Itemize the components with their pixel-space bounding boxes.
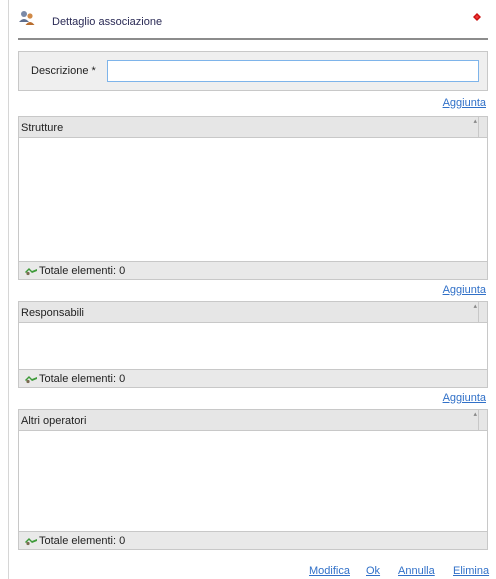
strutture-grid-body — [19, 138, 487, 261]
modifica-link[interactable]: Modifica — [309, 565, 350, 577]
altri-operatori-grid-header: Altri operatori ▴ — [19, 410, 487, 431]
records-icon — [25, 376, 37, 384]
responsabili-grid-footer: Totale elementi: 0 — [19, 369, 487, 387]
description-label: Descrizione * — [31, 65, 96, 77]
altri-operatori-grid-footer: Totale elementi: 0 — [19, 531, 487, 549]
users-icon — [19, 11, 35, 25]
close-icon[interactable] — [472, 12, 482, 22]
page-title: Dettaglio associazione — [52, 16, 163, 28]
strutture-grid-header: Strutture ▴ — [19, 117, 487, 138]
altri-operatori-grid: Altri operatori ▴ Totale elementi: 0 — [18, 409, 488, 550]
title-bar: Dettaglio associazione — [18, 10, 486, 36]
column-header-altri-operatori[interactable]: Altri operatori — [21, 415, 86, 427]
title-divider — [18, 38, 488, 40]
elimina-link[interactable]: Elimina — [453, 565, 489, 577]
responsabili-add-link[interactable]: Aggiunta — [443, 284, 486, 296]
sort-arrow-icon: ▴ — [473, 303, 477, 310]
altri-operatori-grid-body — [19, 431, 487, 531]
responsabili-grid-header: Responsabili ▴ — [19, 302, 487, 323]
records-icon — [25, 538, 37, 546]
records-icon — [25, 268, 37, 276]
column-separator — [478, 302, 479, 323]
ok-link[interactable]: Ok — [366, 565, 380, 577]
left-border — [8, 0, 9, 579]
strutture-total: Totale elementi: 0 — [39, 265, 126, 277]
sort-arrow-icon: ▴ — [473, 411, 477, 418]
column-header-responsabili[interactable]: Responsabili — [21, 307, 84, 319]
sort-arrow-icon: ▴ — [473, 118, 477, 125]
strutture-grid: Strutture ▴ Totale elementi: 0 — [18, 116, 488, 280]
responsabili-total: Totale elementi: 0 — [39, 373, 126, 385]
annulla-link[interactable]: Annulla — [398, 565, 435, 577]
column-header-strutture[interactable]: Strutture — [21, 122, 63, 134]
column-separator — [478, 410, 479, 431]
strutture-grid-footer: Totale elementi: 0 — [19, 261, 487, 279]
responsabili-grid: Responsabili ▴ Totale elementi: 0 — [18, 301, 488, 388]
description-input[interactable] — [107, 60, 479, 82]
responsabili-grid-body — [19, 323, 487, 369]
column-separator — [478, 117, 479, 138]
description-panel: Descrizione * — [18, 51, 488, 91]
strutture-add-link[interactable]: Aggiunta — [443, 97, 486, 109]
altri-operatori-total: Totale elementi: 0 — [39, 535, 126, 547]
altri-operatori-add-link[interactable]: Aggiunta — [443, 392, 486, 404]
